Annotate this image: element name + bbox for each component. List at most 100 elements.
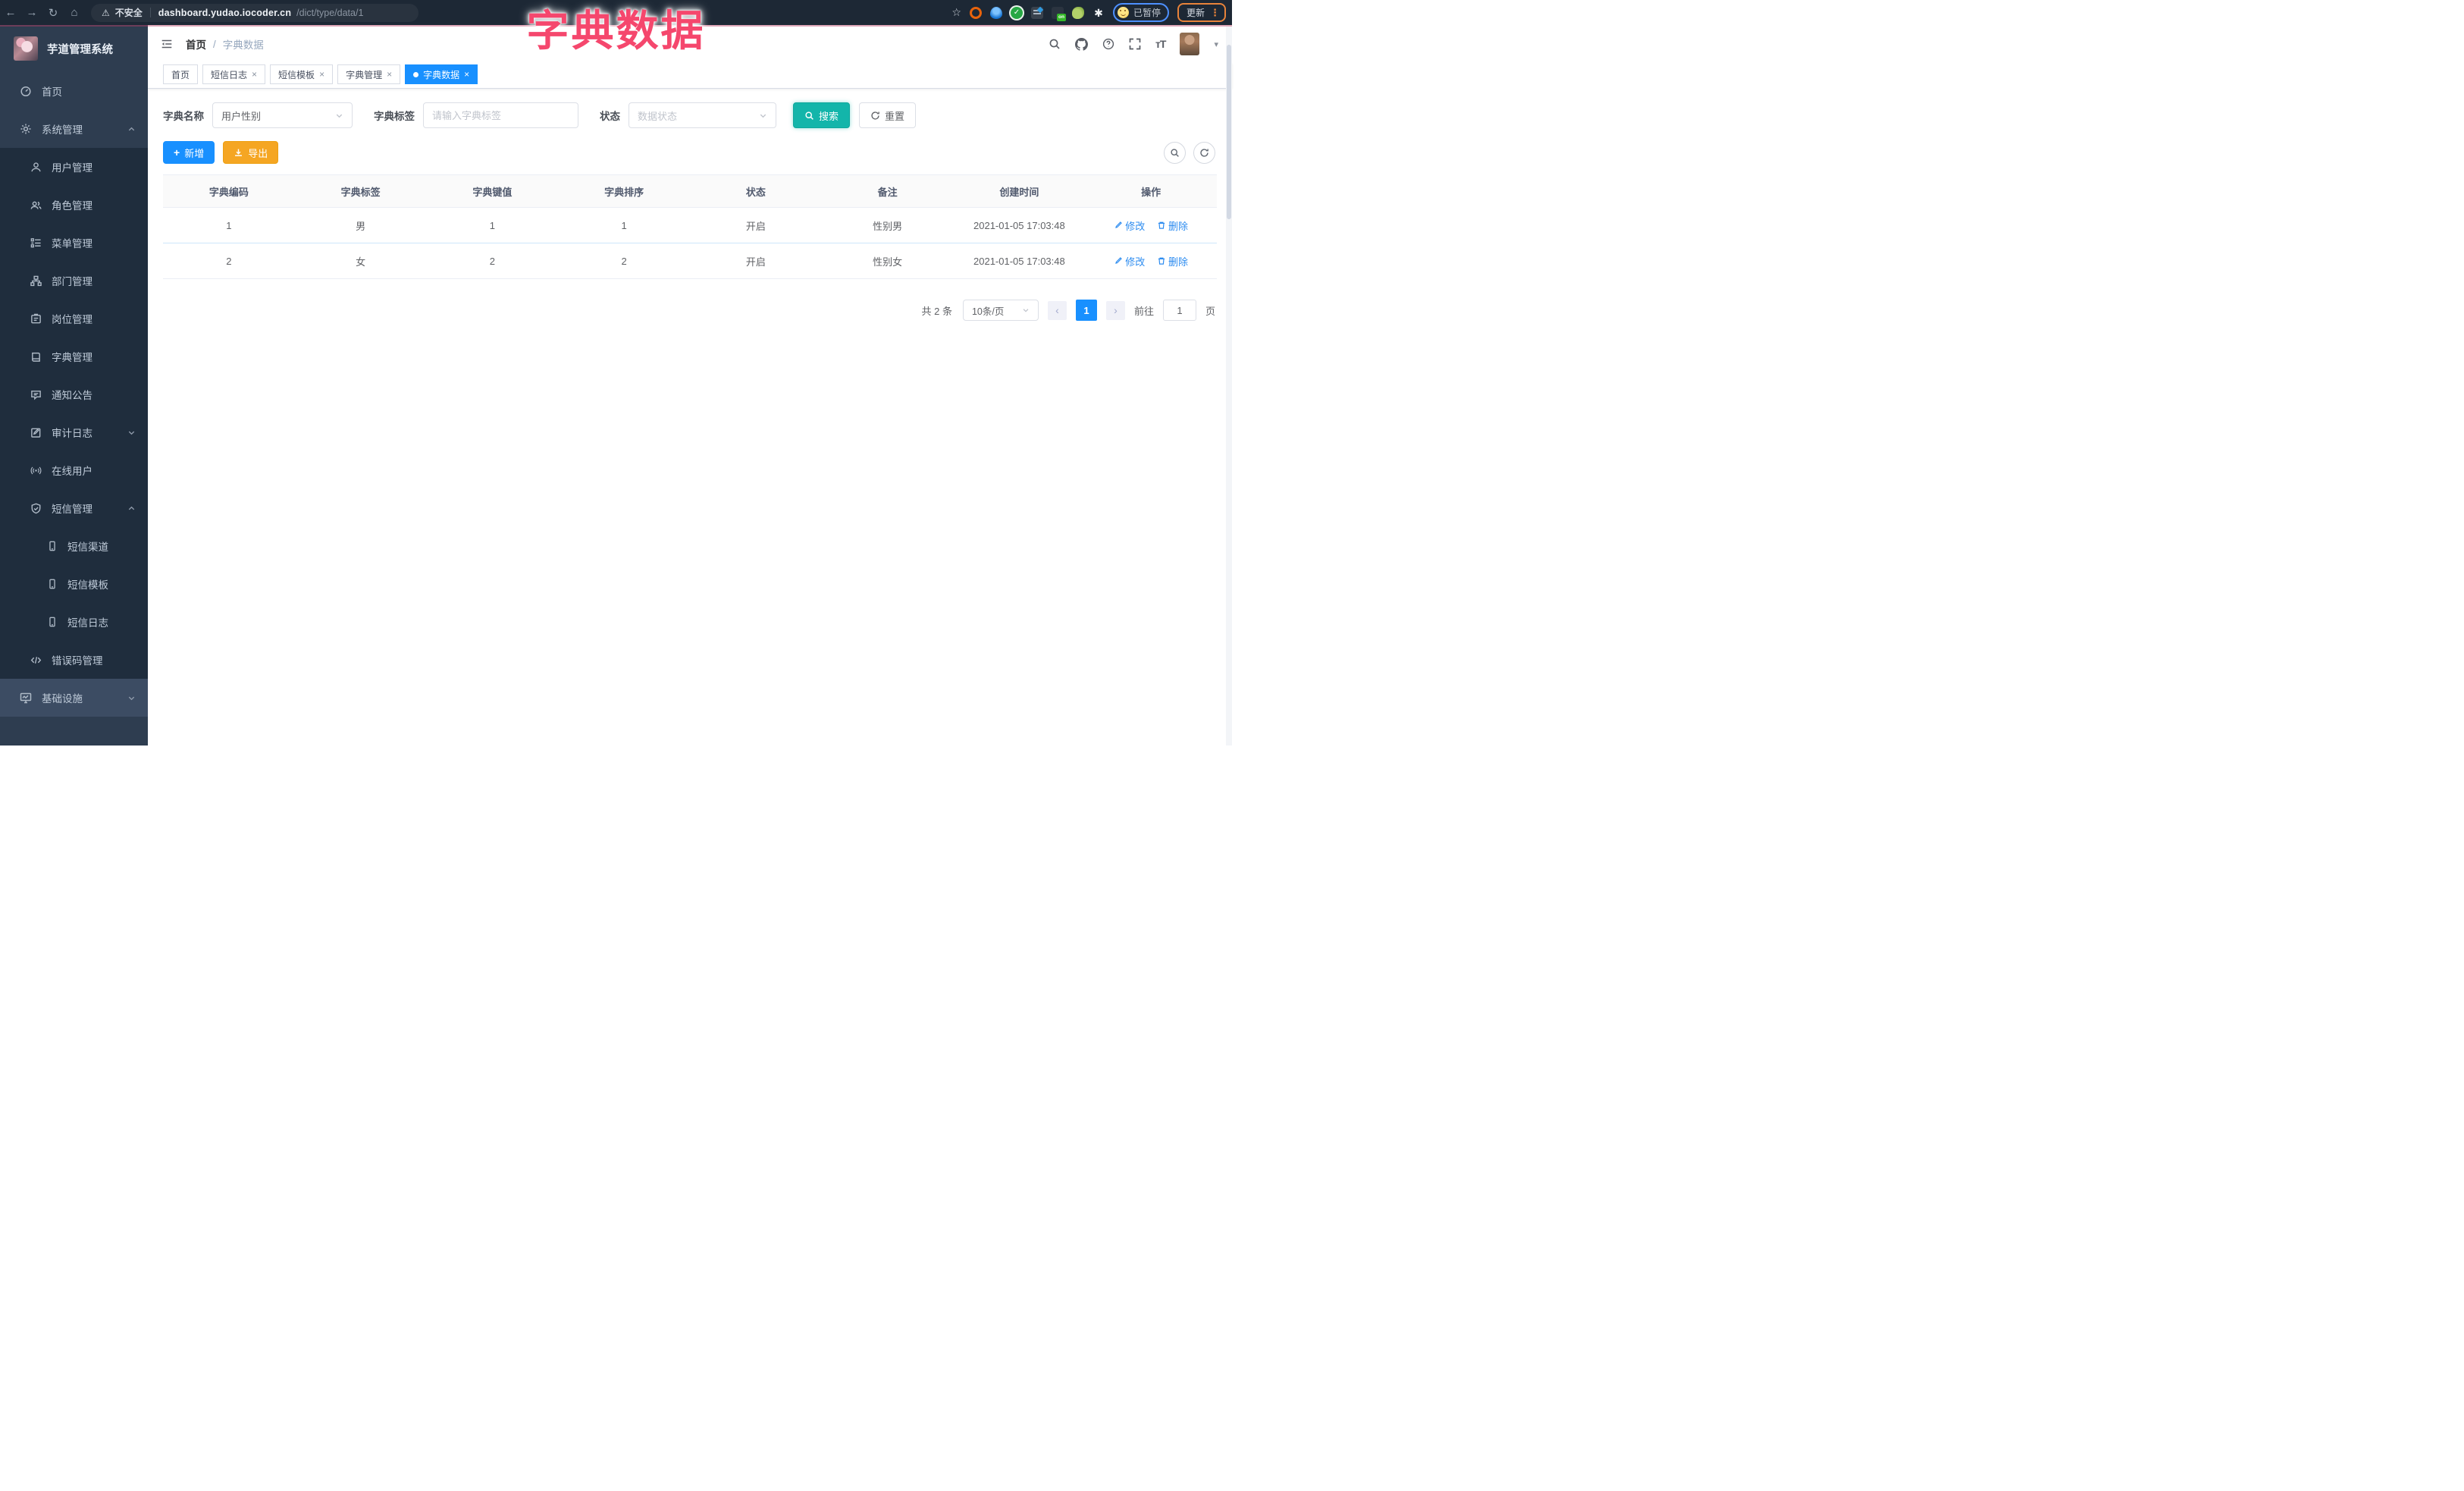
sidebar-toggle-icon[interactable]	[160, 37, 174, 51]
page-size-select[interactable]: 10条/页	[962, 300, 1039, 321]
sidebar-item-audit-log[interactable]: 审计日志	[0, 413, 148, 451]
search-button-label: 搜索	[819, 110, 839, 122]
sidebar-item-infrastructure[interactable]: 基础设施	[0, 679, 148, 717]
close-icon[interactable]: ×	[387, 70, 392, 79]
sidebar-item-departments[interactable]: 部门管理	[0, 262, 148, 300]
sidebar-item-sms-channel[interactable]: 短信渠道	[0, 527, 148, 565]
fullscreen-icon[interactable]	[1129, 38, 1141, 50]
page-1-button[interactable]: 1	[1075, 300, 1097, 321]
close-icon[interactable]: ×	[252, 70, 257, 79]
tab-label: 短信模板	[278, 69, 315, 80]
page-unit-label: 页	[1205, 305, 1215, 317]
cell-dict-value: 1	[426, 207, 559, 243]
browser-back-button[interactable]: ←	[0, 6, 21, 19]
github-icon[interactable]	[1075, 37, 1089, 51]
extension-bars-icon[interactable]	[1030, 6, 1043, 19]
edit-label: 修改	[1125, 220, 1146, 232]
breadcrumb-separator: /	[213, 38, 216, 50]
browser-forward-button[interactable]: →	[21, 6, 42, 19]
help-icon[interactable]	[1102, 38, 1114, 50]
extension-star-icon[interactable]: ✱	[1092, 7, 1105, 19]
page-size-value: 10条/页	[971, 306, 1005, 317]
browser-update-button[interactable]: 更新 ⋮	[1177, 3, 1226, 22]
edit-link[interactable]: 修改	[1114, 218, 1145, 233]
sidebar-item-roles[interactable]: 角色管理	[0, 186, 148, 224]
sidebar-item-menus[interactable]: 菜单管理	[0, 224, 148, 262]
tab-sms-template[interactable]: 短信模板 ×	[270, 64, 334, 84]
sidebar-item-users[interactable]: 用户管理	[0, 148, 148, 186]
sidebar-logo-row[interactable]: 芋道管理系统	[0, 25, 148, 72]
extension-blue-icon[interactable]	[989, 6, 1002, 19]
breadcrumb-home[interactable]: 首页	[186, 36, 206, 52]
address-bar[interactable]: ⚠ 不安全 dashboard.yudao.iocoder.cn/dict/ty…	[91, 3, 419, 22]
tab-label: 首页	[171, 69, 190, 80]
app-header: 首页 / 字典数据 ᴛT ▾	[148, 25, 1232, 63]
export-button[interactable]: 导出	[223, 141, 279, 164]
sidebar-item-sms-log[interactable]: 短信日志	[0, 603, 148, 641]
sidebar-item-label: 基础设施	[42, 693, 83, 705]
update-label: 更新	[1186, 8, 1205, 18]
close-icon[interactable]: ×	[464, 70, 469, 79]
sidebar-item-posts[interactable]: 岗位管理	[0, 300, 148, 337]
caret-down-icon[interactable]: ▾	[1214, 39, 1218, 49]
column-header: 状态	[690, 174, 822, 208]
dict-label-input[interactable]	[432, 109, 569, 121]
goto-page-input[interactable]	[1162, 300, 1196, 321]
cell-dict-code: 1	[163, 207, 295, 243]
cell-remark: 性别男	[821, 207, 954, 243]
tab-dict-manage[interactable]: 字典管理 ×	[337, 64, 401, 84]
sidebar-item-sms-template[interactable]: 短信模板	[0, 565, 148, 603]
search-button[interactable]: 搜索	[793, 102, 851, 128]
user-icon	[30, 162, 42, 173]
sidebar-item-online-users[interactable]: 在线用户	[0, 451, 148, 489]
search-icon[interactable]	[1049, 38, 1061, 50]
cell-created: 2021-01-05 17:03:48	[953, 207, 1086, 243]
profile-paused-chip[interactable]: 已暂停	[1112, 3, 1169, 22]
page-scrollbar[interactable]	[1226, 27, 1232, 746]
gear-icon	[20, 123, 32, 135]
chevron-up-icon	[127, 125, 136, 133]
next-page-button[interactable]: ›	[1105, 300, 1125, 320]
sidebar-item-label: 菜单管理	[52, 238, 92, 250]
tab-sms-log[interactable]: 短信日志 ×	[202, 64, 266, 84]
chevron-down-icon	[335, 111, 343, 120]
add-button[interactable]: + 新增	[163, 141, 215, 164]
kebab-menu-icon[interactable]: ⋮	[1210, 7, 1220, 19]
column-header: 备注	[821, 174, 954, 208]
table-row: 2 女 2 2 开启 性别女 2021-01-05 17:03:48 修改 删除	[163, 243, 1217, 279]
extension-on-icon[interactable]: on	[1051, 6, 1066, 21]
prev-page-button[interactable]: ‹	[1047, 300, 1067, 320]
message-icon	[30, 389, 42, 400]
extension-orange-icon[interactable]	[969, 6, 982, 19]
sidebar-item-sms[interactable]: 短信管理	[0, 489, 148, 527]
reset-button[interactable]: 重置	[859, 102, 917, 128]
tab-dict-data[interactable]: 字典数据 ×	[405, 64, 478, 84]
security-label[interactable]: 不安全	[115, 6, 143, 19]
close-icon[interactable]: ×	[319, 70, 324, 79]
cell-dict-sort: 1	[558, 207, 690, 243]
edit-link[interactable]: 修改	[1114, 254, 1145, 268]
dict-name-select[interactable]: 用户性别	[212, 102, 353, 128]
sidebar-item-home[interactable]: 首页	[0, 72, 148, 110]
bookmark-star-icon[interactable]: ☆	[951, 6, 961, 19]
refresh-icon	[870, 111, 880, 121]
toggle-search-button[interactable]	[1164, 141, 1186, 164]
extension-sprout-icon[interactable]	[1071, 6, 1084, 19]
font-size-icon[interactable]: ᴛT	[1155, 38, 1166, 50]
tab-label: 字典管理	[346, 69, 383, 80]
sidebar-item-system[interactable]: 系统管理	[0, 110, 148, 148]
user-avatar[interactable]	[1180, 33, 1200, 55]
browser-reload-button[interactable]: ↻	[42, 6, 64, 20]
sidebar-item-error-codes[interactable]: 错误码管理	[0, 641, 148, 679]
sidebar-item-dict[interactable]: 字典管理	[0, 337, 148, 375]
refresh-table-button[interactable]	[1193, 141, 1215, 164]
edit-square-icon	[30, 427, 42, 438]
scrollbar-thumb[interactable]	[1227, 45, 1231, 219]
tab-home[interactable]: 首页	[163, 64, 199, 84]
delete-link[interactable]: 删除	[1157, 254, 1188, 268]
status-select[interactable]: 数据状态	[629, 102, 776, 128]
browser-home-button[interactable]: ⌂	[64, 6, 85, 19]
delete-link[interactable]: 删除	[1157, 218, 1188, 233]
extension-check-icon[interactable]: ✓	[1010, 6, 1023, 19]
sidebar-item-notice[interactable]: 通知公告	[0, 375, 148, 413]
